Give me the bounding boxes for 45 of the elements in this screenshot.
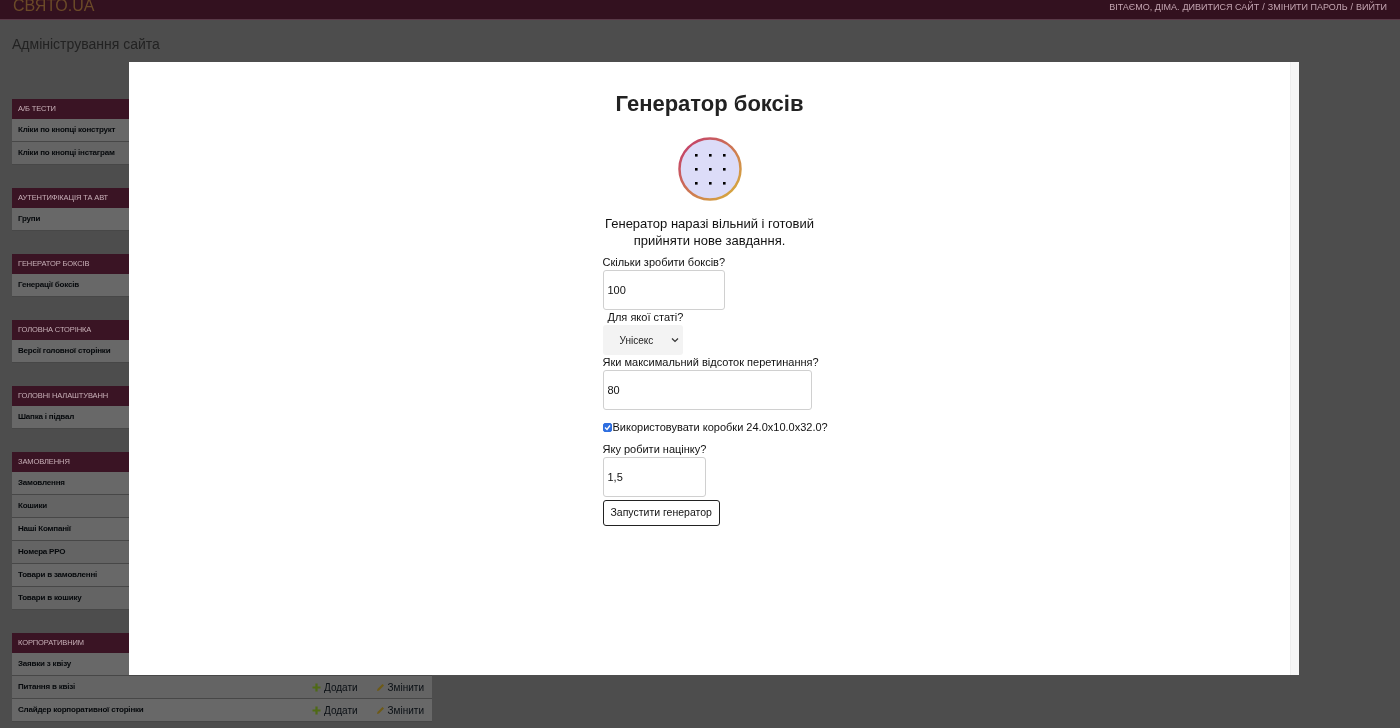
status-text: Генератор наразі вільний і готовий прийняти нове завдання. xyxy=(604,215,815,249)
separator-text: / xyxy=(1350,1,1354,14)
pencil-icon xyxy=(375,682,385,692)
edit-link[interactable]: Змінити xyxy=(375,702,424,718)
sidebar-link[interactable]: Питання в квізі xyxy=(18,681,76,693)
field-label: Яки максимальний відсоток перетинання? xyxy=(602,356,820,369)
header-link[interactable]: ДИВИТИСЯ САЙТ xyxy=(1182,1,1260,15)
add-link[interactable]: Додати xyxy=(312,702,358,718)
header-link[interactable]: ЗМІНИТИ ПАРОЛЬ xyxy=(1267,1,1348,15)
sidebar-link[interactable]: Шапка і підвал xyxy=(18,411,75,423)
sidebar-link[interactable]: Версії головної сторінки xyxy=(18,345,111,357)
checkbox[interactable] xyxy=(602,422,612,432)
field-label: Для якої статі? xyxy=(607,311,685,324)
header-link[interactable]: ВИЙТИ xyxy=(1356,1,1387,15)
sidebar-link[interactable]: Генерації боксів xyxy=(18,279,79,291)
sidebar-link[interactable]: Замовлення xyxy=(18,477,65,489)
dot-grid-icon xyxy=(677,137,742,201)
input-field[interactable]: 100 xyxy=(602,270,725,310)
pencil-icon xyxy=(375,705,385,715)
checkbox-label: Використовувати коробки 24.0x10.0x32.0? xyxy=(612,420,828,435)
sidebar-link[interactable]: Кліки по кнопці конструкт xyxy=(18,124,116,136)
gender-select[interactable]: Унісекс xyxy=(602,325,683,355)
plus-icon xyxy=(312,682,321,692)
add-link[interactable]: Додати xyxy=(312,679,358,695)
sidebar-link[interactable]: Товари в кошику xyxy=(18,592,82,604)
separator-text: / xyxy=(1262,1,1265,14)
sidebar-link[interactable]: Товари в замовленні xyxy=(18,569,98,581)
site-logo[interactable]: СВЯТО.UA xyxy=(13,0,95,14)
field-label: Скільки зробити боксів? xyxy=(602,256,727,269)
sidebar-link[interactable]: Наші Компанії xyxy=(18,523,71,535)
run-generator-button[interactable]: Запустити генератор xyxy=(602,499,720,526)
input-field[interactable]: 1,5 xyxy=(602,456,706,497)
sidebar-link[interactable]: Заявки з квізу xyxy=(18,658,71,670)
input-field[interactable]: 80 xyxy=(602,370,812,410)
sidebar-link[interactable]: Групи xyxy=(18,213,41,225)
sidebar-link[interactable]: Слайдер корпоративної сторінки xyxy=(18,704,144,716)
sidebar-link[interactable]: Номера РРО xyxy=(18,546,66,558)
edit-link[interactable]: Змінити xyxy=(375,679,424,695)
sidebar-link[interactable]: Кліки по кнопці інстаграм xyxy=(18,147,115,159)
modal-title: Генератор боксів xyxy=(615,90,804,118)
greeting-text: ВІТАЄМО, ДІМА. xyxy=(1109,1,1180,14)
sidebar-link[interactable]: Кошики xyxy=(18,500,48,512)
chevron-down-icon xyxy=(670,337,679,343)
field-label: Яку робити націнку? xyxy=(602,442,708,456)
plus-icon xyxy=(312,705,321,715)
